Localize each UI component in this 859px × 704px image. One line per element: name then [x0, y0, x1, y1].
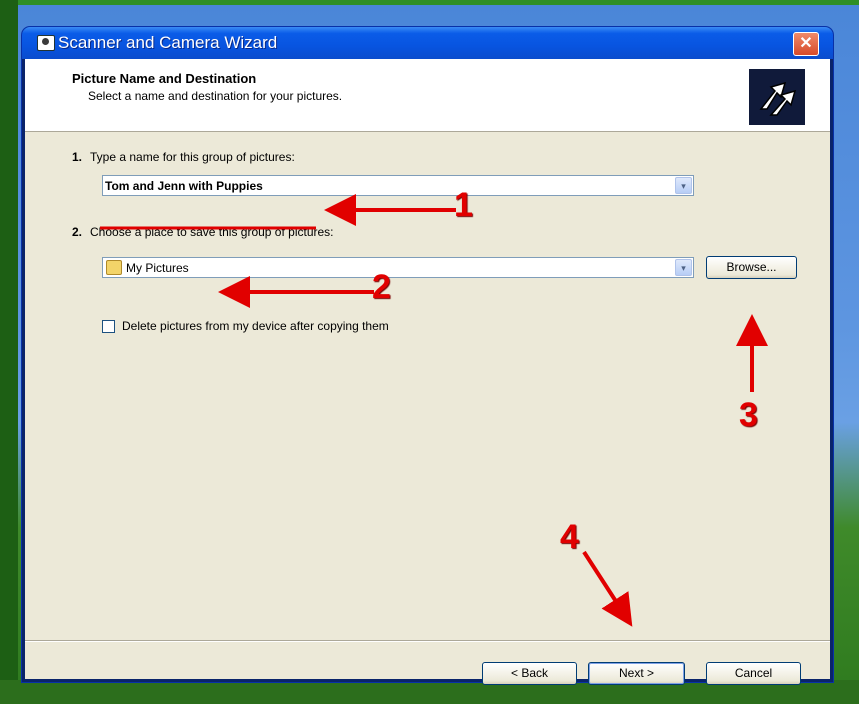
page-subtitle: Select a name and destination for your p…: [88, 89, 343, 103]
destination-value: My Pictures: [126, 261, 189, 275]
page-title: Picture Name and Destination: [72, 71, 257, 86]
window-title: Scanner and Camera Wizard: [58, 33, 278, 52]
name-value: Tom and Jenn with Puppies: [105, 179, 263, 193]
next-button[interactable]: Next >: [588, 662, 685, 685]
step1-number: 1.: [72, 150, 83, 164]
folder-icon: [106, 260, 122, 275]
wizard-window: Scanner and Camera Wizard ✕ Picture Name…: [22, 27, 833, 685]
desktop-left-edge: [0, 0, 18, 704]
chevron-down-icon[interactable]: ▾: [675, 259, 692, 276]
chevron-down-icon[interactable]: ▾: [675, 177, 692, 194]
delete-checkbox[interactable]: [102, 320, 115, 333]
step1-text: Type a name for this group of pictures:: [90, 150, 295, 164]
step2-number: 2.: [72, 225, 83, 239]
delete-checkbox-label: Delete pictures from my device after cop…: [122, 319, 389, 333]
back-button[interactable]: < Back: [482, 662, 577, 685]
cancel-button[interactable]: Cancel: [706, 662, 801, 685]
step2-text: Choose a place to save this group of pic…: [90, 225, 334, 239]
destination-combobox[interactable]: My Pictures ▾: [102, 257, 694, 278]
wizard-client: Picture Name and Destination Select a na…: [25, 59, 830, 685]
annotation-3: 3: [739, 396, 758, 434]
button-separator: [25, 640, 830, 642]
annotation-4: 4: [560, 518, 579, 556]
name-combobox[interactable]: Tom and Jenn with Puppies ▾: [102, 175, 694, 196]
annotation-1: 1: [454, 186, 473, 224]
wizard-logo-icon: [749, 69, 805, 125]
browse-button[interactable]: Browse...: [706, 256, 797, 279]
title-bar[interactable]: Scanner and Camera Wizard ✕: [22, 27, 833, 59]
camera-icon: [37, 35, 55, 51]
step1-label: 1. Type a name for this group of pictures…: [72, 150, 295, 164]
wizard-content: 1. Type a name for this group of pictures…: [25, 132, 830, 685]
annotation-2: 2: [372, 268, 391, 306]
desktop-top-strip: [0, 0, 859, 5]
step2-label: 2. Choose a place to save this group of p…: [72, 225, 334, 239]
wizard-header: Picture Name and Destination Select a na…: [25, 59, 830, 132]
close-button[interactable]: ✕: [793, 32, 819, 56]
